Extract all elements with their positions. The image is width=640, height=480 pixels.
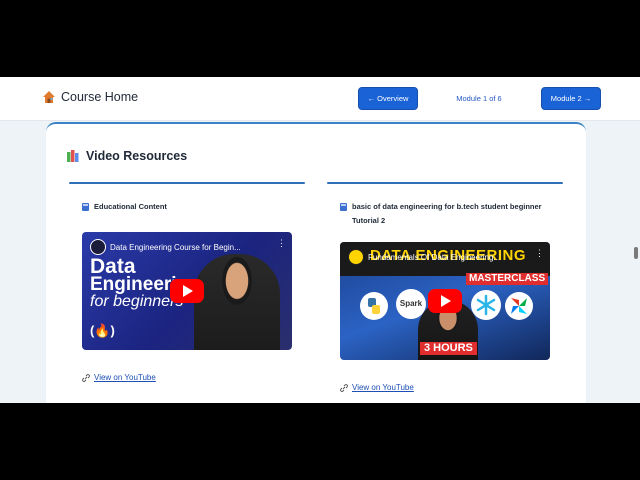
- next-module-button[interactable]: Module 2 →: [541, 87, 601, 110]
- resource-title-row: Educational Content: [82, 200, 297, 214]
- channel-avatar: [348, 249, 364, 265]
- resource-title-row: basic of data engineering for b.tech stu…: [340, 200, 555, 228]
- course-home-label: Course Home: [61, 90, 139, 104]
- thumbnail-text-2: MASTERCLASS: [466, 273, 549, 285]
- thumbnail-text-3: 3 HOURS: [420, 342, 477, 355]
- resource-column-2: basic of data engineering for b.tech stu…: [327, 182, 563, 392]
- airflow-logo-icon: [505, 292, 533, 320]
- presenter-image: [194, 254, 280, 350]
- play-button-icon[interactable]: [428, 289, 462, 313]
- link-icon: [82, 373, 90, 382]
- view-on-youtube-label: View on YouTube: [352, 383, 414, 392]
- top-navigation-bar: Course Home ← Overview Module 1 of 6 Mod…: [0, 77, 640, 121]
- more-options-icon[interactable]: ⋮: [277, 238, 286, 249]
- scrollbar-thumb[interactable]: [634, 247, 638, 259]
- video-title-bar: Data Engineering Course for Begin...: [90, 239, 270, 255]
- video-title-bar: Fundamentals Of Data Engineering...: [348, 249, 528, 265]
- overview-button[interactable]: ← Overview: [358, 87, 418, 110]
- youtube-video-embed[interactable]: DATA ENGINEERING MASTERCLASS Spark 3 HOU…: [340, 242, 550, 360]
- section-title: Video Resources: [86, 149, 188, 163]
- channel-avatar: [90, 239, 106, 255]
- resource-column-1: Educational Content Data Engineering Cou…: [69, 182, 305, 382]
- view-on-youtube-link[interactable]: View on YouTube: [82, 373, 305, 382]
- book-icon: [82, 203, 89, 211]
- resource-title: Educational Content: [94, 202, 167, 211]
- video-title: Data Engineering Course for Begin...: [110, 242, 241, 252]
- fcc-logo-icon: (🔥): [90, 323, 115, 338]
- video-resources-card: Video Resources Educational Content Data…: [46, 122, 586, 403]
- column-divider: [69, 182, 305, 184]
- course-home-link[interactable]: Course Home: [42, 90, 138, 104]
- section-heading: Video Resources: [67, 149, 187, 163]
- column-divider: [327, 182, 563, 184]
- book-icon: [340, 203, 347, 211]
- house-icon: [43, 91, 55, 103]
- more-options-icon[interactable]: ⋮: [535, 248, 544, 259]
- video-title: Fundamentals Of Data Engineering...: [368, 252, 501, 262]
- module-indicator: Module 1 of 6: [456, 94, 502, 103]
- resource-title: basic of data engineering for b.tech stu…: [352, 202, 542, 225]
- link-icon: [340, 383, 348, 392]
- books-icon: [67, 150, 79, 162]
- browser-viewport: Course Home ← Overview Module 1 of 6 Mod…: [0, 77, 640, 403]
- view-on-youtube-label: View on YouTube: [94, 373, 156, 382]
- play-button-icon[interactable]: [170, 279, 204, 303]
- youtube-video-embed[interactable]: Data Engineering Course for Begin... ⋮ D…: [82, 232, 292, 350]
- snowflake-logo-icon: [471, 290, 501, 320]
- python-logo-icon: [360, 292, 388, 320]
- view-on-youtube-link[interactable]: View on YouTube: [340, 383, 563, 392]
